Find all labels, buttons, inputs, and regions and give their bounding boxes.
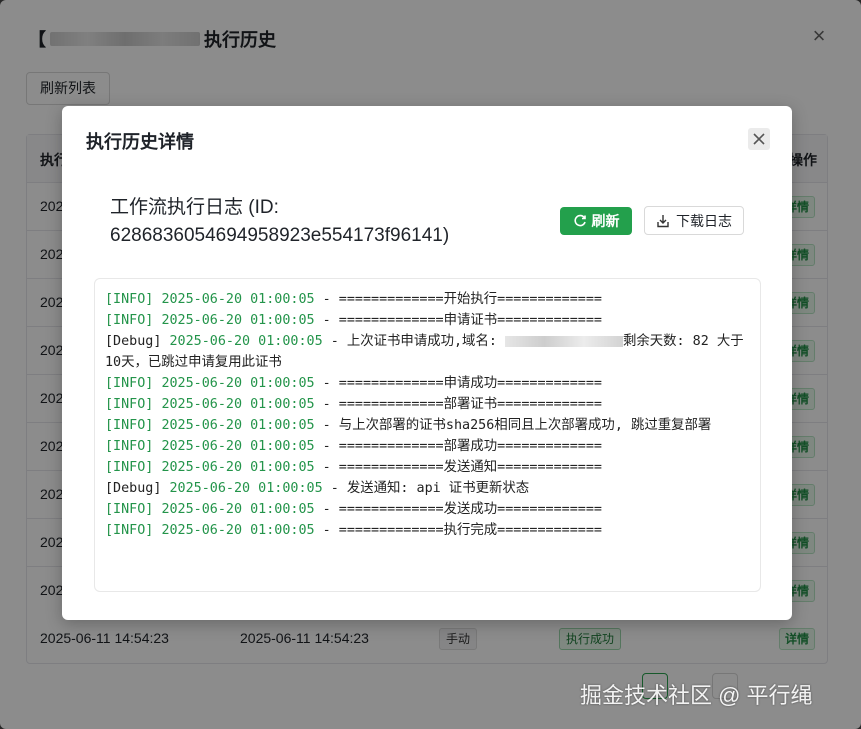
- log-output: [INFO] 2025-06-20 01:00:05 - ===========…: [94, 278, 761, 592]
- modal-title: 执行历史详情: [86, 132, 194, 152]
- log-message: - =============申请成功=============: [314, 376, 602, 391]
- log-line: [INFO] 2025-06-20 01:00:05 - ===========…: [105, 457, 750, 478]
- log-level: [INFO]: [105, 460, 154, 475]
- log-level: [INFO]: [105, 439, 154, 454]
- refresh-label: 刷新: [591, 213, 620, 229]
- log-timestamp: 2025-06-20 01:00:05: [161, 523, 315, 538]
- log-timestamp: 2025-06-20 01:00:05: [161, 418, 315, 433]
- history-detail-modal: 执行历史详情 工作流执行日志 (ID: 6286836054694958923e…: [62, 106, 792, 620]
- log-line: [INFO] 2025-06-20 01:00:05 - ===========…: [105, 373, 750, 394]
- log-level: [INFO]: [105, 502, 154, 517]
- refresh-button[interactable]: 刷新: [560, 207, 632, 235]
- redacted-domain: [504, 335, 623, 347]
- log-timestamp: 2025-06-20 01:00:05: [161, 439, 315, 454]
- log-level: [INFO]: [105, 292, 154, 307]
- log-line: [INFO] 2025-06-20 01:00:05 - ===========…: [105, 436, 750, 457]
- log-level: [INFO]: [105, 418, 154, 433]
- log-line: [Debug] 2025-06-20 01:00:05 - 上次证书申请成功,域…: [105, 331, 750, 373]
- log-level: [INFO]: [105, 523, 154, 538]
- log-line: [INFO] 2025-06-20 01:00:05 - ===========…: [105, 394, 750, 415]
- log-message: - 上次证书申请成功,域名:: [322, 334, 505, 349]
- log-message: - =============申请证书=============: [314, 313, 602, 328]
- log-level: [Debug]: [105, 481, 162, 496]
- log-timestamp: 2025-06-20 01:00:05: [169, 481, 323, 496]
- log-message: - =============部署成功=============: [314, 439, 602, 454]
- log-message: - =============发送成功=============: [314, 502, 602, 517]
- close-icon[interactable]: [748, 128, 770, 150]
- watermark: 掘金技术社区 @ 平行绳: [580, 683, 813, 708]
- log-line: [INFO] 2025-06-20 01:00:05 - ===========…: [105, 289, 750, 310]
- log-timestamp: 2025-06-20 01:00:05: [161, 502, 315, 517]
- log-timestamp: 2025-06-20 01:00:05: [169, 334, 323, 349]
- log-timestamp: 2025-06-20 01:00:05: [161, 397, 315, 412]
- refresh-icon: [573, 214, 586, 227]
- download-icon: [657, 214, 669, 227]
- log-level: [INFO]: [105, 313, 154, 328]
- log-level: [INFO]: [105, 397, 154, 412]
- log-level: [INFO]: [105, 376, 154, 391]
- log-message: - 与上次部署的证书sha256相同且上次部署成功, 跳过重复部署: [314, 418, 712, 433]
- log-level: [Debug]: [105, 334, 162, 349]
- log-message: - =============部署证书=============: [314, 397, 602, 412]
- log-line: [INFO] 2025-06-20 01:00:05 - ===========…: [105, 499, 750, 520]
- log-line: [INFO] 2025-06-20 01:00:05 - 与上次部署的证书sha…: [105, 415, 750, 436]
- log-line: [INFO] 2025-06-20 01:00:05 - ===========…: [105, 520, 750, 541]
- log-timestamp: 2025-06-20 01:00:05: [161, 376, 315, 391]
- log-heading: 工作流执行日志 (ID: 6286836054694958923e554173f…: [110, 197, 450, 246]
- log-timestamp: 2025-06-20 01:00:05: [161, 313, 315, 328]
- log-line: [Debug] 2025-06-20 01:00:05 - 发送通知: api …: [105, 478, 750, 499]
- log-message: - =============执行完成=============: [314, 523, 602, 538]
- log-timestamp: 2025-06-20 01:00:05: [161, 460, 315, 475]
- log-message: - =============开始执行=============: [314, 292, 602, 307]
- log-message: - =============发送通知=============: [314, 460, 602, 475]
- download-log-button[interactable]: 下载日志: [644, 206, 744, 235]
- download-label: 下载日志: [676, 212, 732, 229]
- log-timestamp: 2025-06-20 01:00:05: [161, 292, 315, 307]
- log-message: - 发送通知: api 证书更新状态: [322, 481, 530, 496]
- log-line: [INFO] 2025-06-20 01:00:05 - ===========…: [105, 310, 750, 331]
